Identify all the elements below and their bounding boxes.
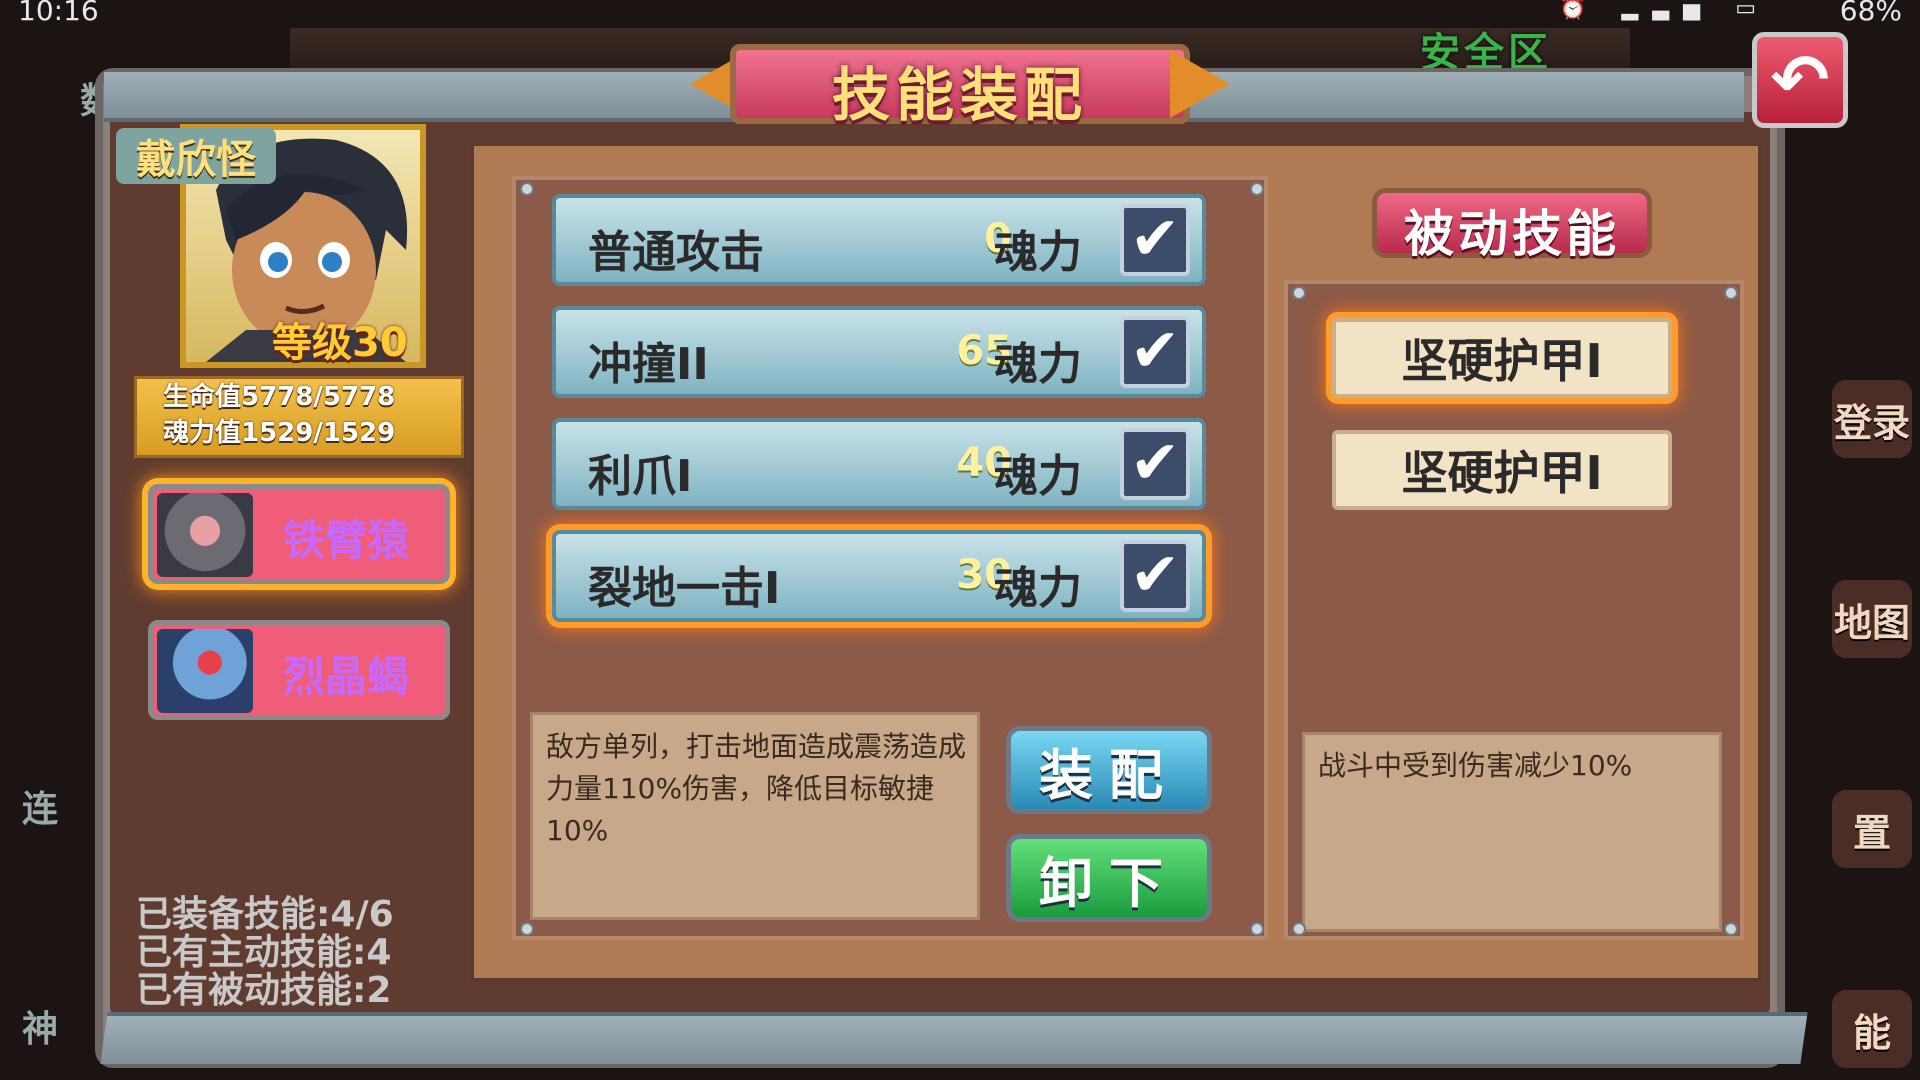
- status-icons: ⏰ ▂▃▅ ▭: [1559, 0, 1770, 21]
- ape-icon: [157, 493, 253, 577]
- page-title: 技能装配: [831, 61, 1088, 129]
- skill-checkbox[interactable]: ✔: [1120, 316, 1190, 388]
- skill-checkbox[interactable]: ✔: [1120, 540, 1190, 612]
- pet-tab-liejingxie[interactable]: 烈晶蝎: [148, 620, 450, 720]
- scorpion-icon: [157, 629, 253, 713]
- skill-checkbox[interactable]: ✔: [1120, 204, 1190, 276]
- hero-name: 戴欣怪: [116, 128, 276, 184]
- hero-stats-ribbon: 生命值5778/5778 魂力值1529/1529: [134, 376, 464, 458]
- pet-name: 烈晶蝎: [283, 652, 410, 701]
- passive-skill-count: 已有被动技能:2: [136, 970, 392, 1011]
- title-banner: 技能装配: [690, 36, 1230, 132]
- rivet-icon: [1724, 922, 1738, 936]
- skill-row-normal-attack[interactable]: 普通攻击 0 魂力 ✔: [552, 194, 1206, 286]
- skill-name: 利爪I: [588, 451, 693, 502]
- skill-cost-unit: 魂力: [994, 451, 1082, 502]
- left-bg-label-3: 神: [22, 1009, 59, 1050]
- unload-button[interactable]: 卸下: [1006, 834, 1212, 922]
- hero-mp: 魂力值1529/1529: [163, 418, 396, 448]
- back-button[interactable]: ↶: [1752, 32, 1848, 128]
- skill-name: 普通攻击: [588, 227, 764, 278]
- rivet-icon: [1292, 286, 1306, 300]
- rivet-icon: [1292, 922, 1306, 936]
- side-menu-skills[interactable]: 能: [1832, 990, 1912, 1068]
- rivet-icon: [520, 182, 534, 196]
- skill-row-claw[interactable]: 利爪I 40 魂力 ✔: [552, 418, 1206, 510]
- passive-skills-header: 被动技能: [1342, 174, 1682, 270]
- pet-name: 铁臂猿: [283, 516, 410, 565]
- rivet-icon: [1250, 182, 1264, 196]
- passive-skills-title: 被动技能: [1404, 205, 1620, 263]
- skill-cost-unit: 魂力: [994, 227, 1082, 278]
- back-arrow-icon: ↶: [1770, 39, 1830, 121]
- skill-cost-unit: 魂力: [994, 339, 1082, 390]
- dialog-bottom-rail: [100, 1012, 1808, 1064]
- status-time: 10:16: [18, 0, 99, 27]
- battery-level: 68%: [1839, 0, 1902, 27]
- status-bar: 10:16 ⏰ ▂▃▅ ▭ 68%: [0, 0, 1920, 28]
- rivet-icon: [1250, 922, 1264, 936]
- rivet-icon: [520, 922, 534, 936]
- side-menu-map[interactable]: 地图: [1832, 580, 1912, 658]
- skill-row-ground-smash[interactable]: 裂地一击I 30 魂力 ✔: [552, 530, 1206, 622]
- equipped-skill-count: 已装备技能:4/6: [136, 894, 394, 935]
- left-bg-label-2: 连: [22, 789, 59, 830]
- rivet-icon: [1724, 286, 1738, 300]
- side-menu-login[interactable]: 登录: [1832, 380, 1912, 458]
- hero-level: 等级30: [272, 320, 408, 366]
- skill-name: 裂地一击I: [588, 563, 781, 614]
- skill-description: 敌方单列，打击地面造成震荡造成力量110%伤害，降低目标敏捷10%: [546, 730, 967, 847]
- skill-row-charge[interactable]: 冲撞II 65 魂力 ✔: [552, 306, 1206, 398]
- hero-hp: 生命值5778/5778: [163, 382, 396, 412]
- passive-description: 战斗中受到伤害减少10%: [1318, 749, 1633, 782]
- skill-name: 冲撞II: [588, 339, 709, 390]
- side-menu-settings[interactable]: 置: [1832, 790, 1912, 868]
- passive-skill-item[interactable]: 坚硬护甲I: [1332, 430, 1672, 510]
- skill-checkbox[interactable]: ✔: [1120, 428, 1190, 500]
- skill-cost-unit: 魂力: [994, 563, 1082, 614]
- pet-tab-tiebiyuan[interactable]: 铁臂猿: [148, 484, 450, 584]
- equip-button[interactable]: 装配: [1006, 726, 1212, 814]
- active-skill-count: 已有主动技能:4: [136, 932, 392, 973]
- passive-skill-item[interactable]: 坚硬护甲I: [1332, 318, 1672, 398]
